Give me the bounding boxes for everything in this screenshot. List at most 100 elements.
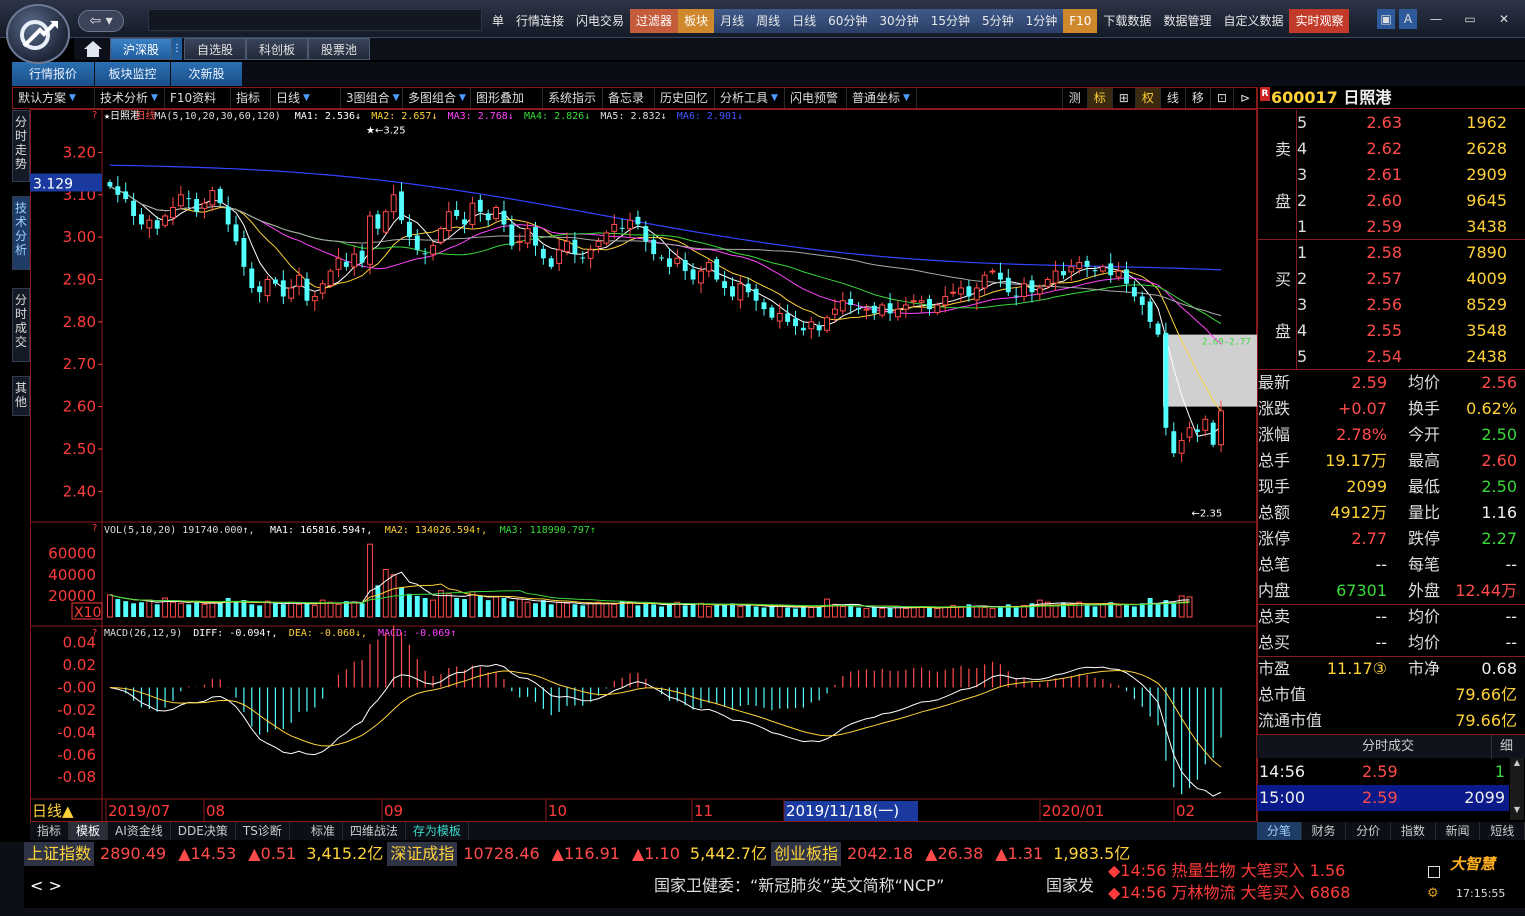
toolbar-item[interactable]: F10资料 [165,88,231,108]
bid-row[interactable]: 4 2.55 3548 [1257,318,1525,344]
toolbar-item[interactable]: 日线 ▼ [271,88,341,108]
indicator-tab[interactable]: 标准 [304,822,343,840]
skin-icon[interactable]: ▣ [1377,9,1395,29]
right-tab[interactable]: 分笔 [1257,822,1302,840]
font-icon[interactable]: A [1399,9,1417,29]
vtab-ticks[interactable]: 分时成交 [12,288,30,362]
toolbar-item[interactable]: 图形叠加 [471,88,543,108]
back-button[interactable]: ⇦ ▾ [78,10,124,32]
vtab-other[interactable]: 其他 [12,376,30,416]
menu-item[interactable]: 自定义数据 [1217,9,1289,33]
bid-row[interactable]: 1 2.58 7890 [1257,240,1525,266]
help-icon[interactable]: ? [92,523,97,534]
toolbar-item[interactable]: 历史回忆 [655,88,715,108]
tick-row[interactable]: 14:56 2.59 1 [1257,759,1509,785]
index-name[interactable]: 深证成指 [387,842,458,866]
toolbar-item[interactable]: 普通坐标 ▼ [847,88,917,108]
ask-row[interactable]: 3 2.61 2909 [1257,162,1525,188]
indicator-tab[interactable]: 指标 [30,822,70,840]
toolbar-item[interactable]: 备忘录 [603,88,655,108]
indicator-tab[interactable]: AI资金线 [108,822,171,840]
toolbar-tool[interactable]: 移 [1184,88,1210,108]
app-logo[interactable] [6,4,70,64]
menu-item[interactable]: 月线 [714,9,751,33]
alert-item[interactable]: ◆14:56 万林物流 大笔买入 6868 [1108,882,1428,904]
toolbar-item[interactable]: 系统指示 [543,88,603,108]
menu-item[interactable]: 行情连接 [510,9,570,33]
vtab-technical[interactable]: 技术分析 [12,196,30,270]
menu-item[interactable]: 周线 [750,9,787,33]
toolbar-item[interactable]: 闪电预警 [785,88,847,108]
tab-new-stocks[interactable]: 次新股 [171,62,243,86]
kline-chart[interactable]: 3.203.103.002.902.802.702.602.502.403.12… [30,109,1257,822]
index-name[interactable]: 上证指数 [24,842,95,866]
indicator-tab[interactable]: 模板 [69,822,109,840]
toolbar-tool[interactable]: 测 [1061,88,1087,108]
indicator-tab[interactable]: 存为模板 [406,822,469,840]
toolbar-item[interactable]: 3图组合 ▼ [341,88,403,108]
bid-row[interactable]: 5 2.54 2438 [1257,344,1525,370]
toolbar-tool[interactable]: ⊞ [1111,88,1135,108]
tab-watchlist[interactable]: 自选股 [184,38,246,60]
menu-item[interactable]: 单 [486,9,510,33]
right-tab[interactable]: 指数 [1391,822,1436,840]
period-indicator[interactable]: 日线▲ [32,802,74,820]
tab-sector-monitor[interactable]: 板块监控 [95,62,171,86]
maximize-button[interactable]: ▭ [1455,9,1485,29]
vtab-intraday[interactable]: 分时走势 [12,110,30,182]
tab-stock-pool[interactable]: 股票池 [308,38,370,60]
toolbar-tool[interactable]: 线 [1159,88,1185,108]
indicator-tab[interactable]: TS诊断 [236,822,290,840]
tab-star-market[interactable]: 科创板 [246,38,308,60]
ticks-detail-button[interactable]: 细 [1491,735,1521,759]
right-tab[interactable]: 短线 [1480,822,1525,840]
settings-gear-icon[interactable]: ⚙ [1427,886,1439,901]
menu-item[interactable]: 15分钟 [924,9,976,33]
index-name[interactable]: 创业板指 [770,842,841,866]
news-headline[interactable]: 国家卫健委：“新冠肺炎”英文简称“NCP” [654,868,944,904]
toolbar-item[interactable]: 默认方案 ▼ [13,88,95,108]
close-button[interactable]: ✕ [1489,9,1519,29]
alert-item[interactable]: ◆14:56 热量生物 大笔买入 1.56 [1108,860,1428,882]
toolbar-item[interactable]: 分析工具 ▼ [715,88,785,108]
alert-checkbox[interactable] [1428,866,1440,878]
menu-item[interactable]: F10 [1063,9,1098,33]
toolbar-tool[interactable]: 标 [1086,88,1112,108]
right-tab[interactable]: 分价 [1346,822,1392,840]
toolbar-item[interactable]: 多图组合 ▼ [403,88,471,108]
menu-item[interactable]: 1分钟 [1019,9,1064,33]
menu-item[interactable]: 5分钟 [975,9,1020,33]
menu-item[interactable]: 下载数据 [1097,9,1157,33]
ticks-scrollbar[interactable]: ▲ ▼ [1510,758,1524,820]
tick-row[interactable]: 15:00 2.59 2099 [1257,785,1509,811]
help-icon[interactable]: ? [92,110,97,121]
indicator-tab[interactable]: DDE决策 [171,822,236,840]
menu-item[interactable]: 板块 [678,9,715,33]
bid-row[interactable]: 3 2.56 8529 [1257,292,1525,318]
bid-row[interactable]: 2 2.57 4009 [1257,266,1525,292]
menu-item[interactable]: 实时观察 [1289,9,1350,33]
right-tab[interactable]: 新闻 [1436,822,1481,840]
tab-quotes[interactable]: 行情报价 [12,62,95,86]
menu-item[interactable]: 日线 [786,9,823,33]
ask-row[interactable]: 5 2.63 1962 [1257,110,1525,136]
tab-shanghai-shenzhen[interactable]: 沪深股 [110,38,172,60]
news-nav-arrows[interactable]: < > [30,868,62,904]
home-icon[interactable] [82,40,104,58]
menu-item[interactable]: 60分钟 [822,9,874,33]
toolbar-tool[interactable]: 权 [1134,88,1160,108]
ask-row[interactable]: 2 2.60 9645 [1257,188,1525,214]
toolbar-tool[interactable]: ⊳ [1232,88,1256,108]
toolbar-tool[interactable]: ⊡ [1209,88,1233,108]
ask-row[interactable]: 1 2.59 3438 [1257,214,1525,240]
menu-item[interactable]: 数据管理 [1157,9,1217,33]
minimize-button[interactable]: — [1421,9,1451,29]
menu-item[interactable]: 过滤器 [630,9,679,33]
menu-item[interactable]: 30分钟 [873,9,925,33]
tab-menu-dots[interactable]: ⋮ [172,38,182,60]
help-icon[interactable]: ? [92,628,97,639]
menu-item[interactable]: 闪电交易 [570,9,630,33]
right-tab[interactable]: 财务 [1302,822,1347,840]
toolbar-item[interactable]: 指标 [231,88,271,108]
address-bar[interactable] [148,9,482,31]
